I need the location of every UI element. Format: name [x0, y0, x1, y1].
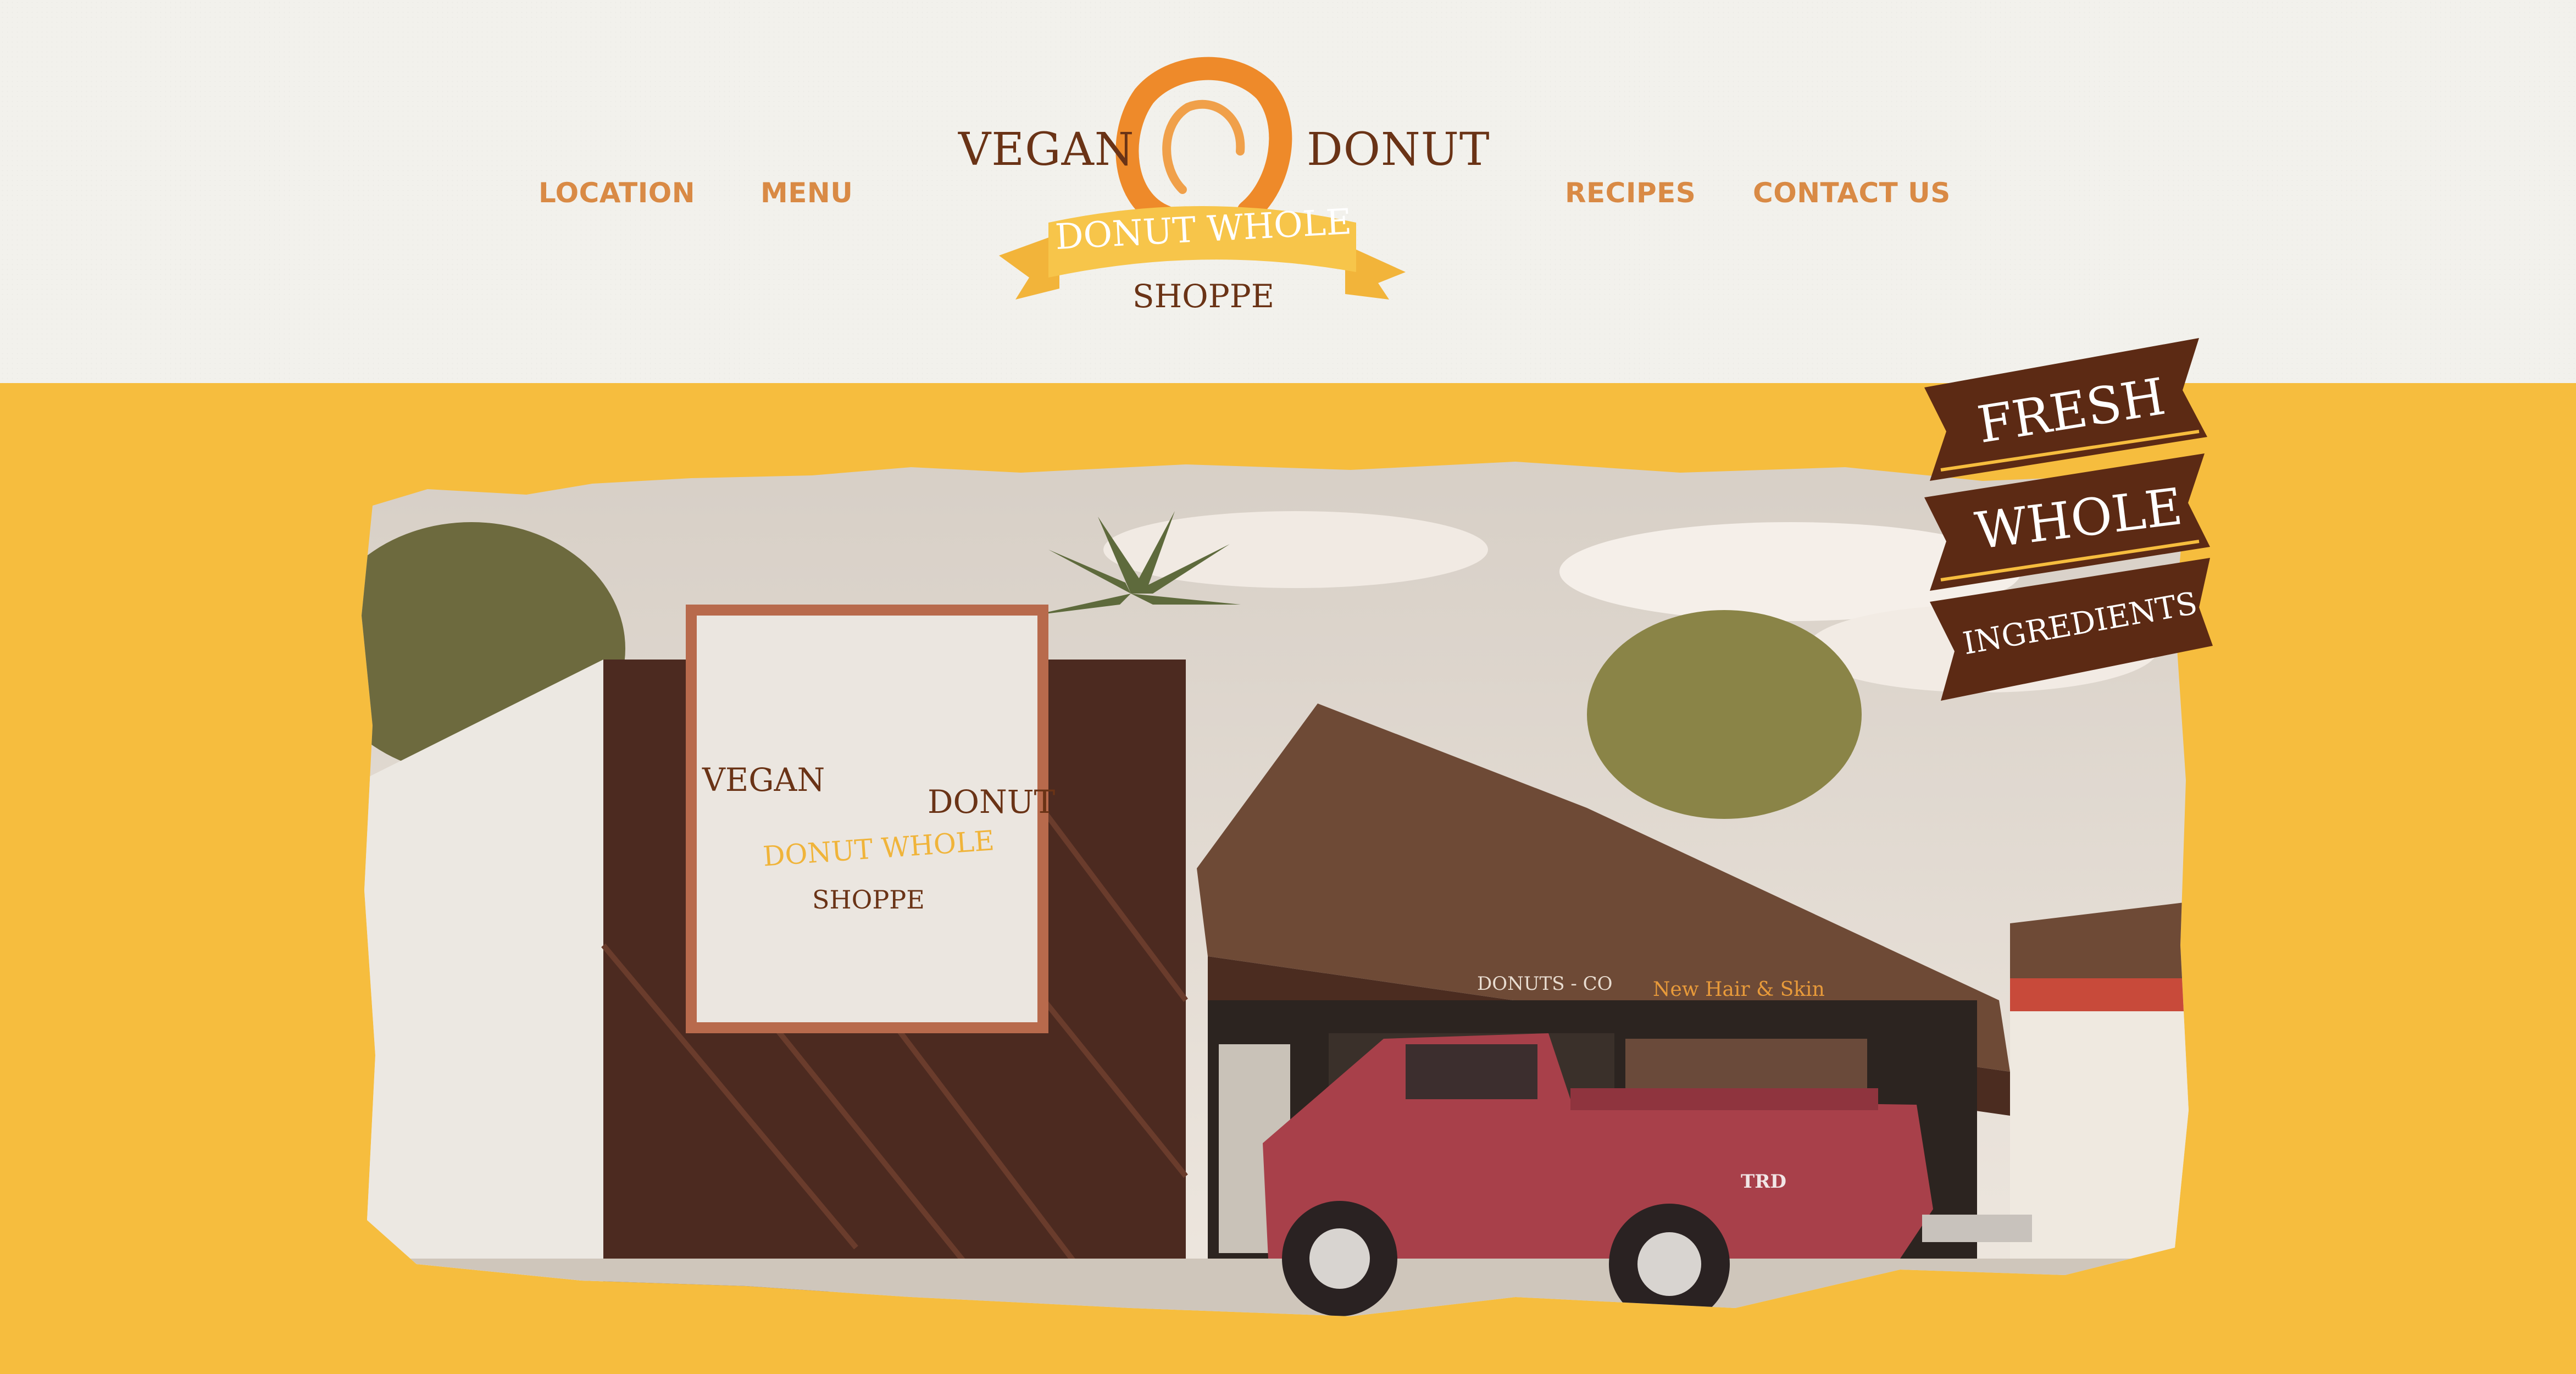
fresh-whole-ingredients-banner: FRESH WHOLE INGREDIENTS	[1924, 338, 2216, 703]
site-header: LOCATION MENU VEGAN DONUT DONUT WHOLE SH…	[0, 0, 2576, 383]
storefront-illustration	[362, 462, 2189, 1316]
nav-recipes-link[interactable]: RECIPES	[1565, 175, 1696, 211]
store-sign-donut: DONUT	[928, 783, 1056, 821]
storefront-photo: VEGAN DONUT DONUT WHOLE SHOPPE DONUTS - …	[362, 451, 2194, 1319]
site-logo[interactable]: VEGAN DONUT DONUT WHOLE SHOPPE	[951, 52, 1490, 330]
nav-location-link[interactable]: LOCATION	[538, 175, 695, 211]
logo-vegan-text: VEGAN	[958, 124, 1135, 176]
nav-contact-us-link[interactable]: CONTACT US	[1753, 175, 1951, 211]
truck-badge: TRD	[1741, 1171, 1787, 1193]
window-text-donuts: DONUTS - CO	[1477, 973, 1613, 995]
nav-menu-link[interactable]: MENU	[760, 175, 853, 211]
logo-donut-text: DONUT	[1307, 124, 1490, 176]
window-text-hair-skin: New Hair & Skin	[1653, 978, 1825, 1001]
logo-shoppe-text: SHOPPE	[1132, 278, 1275, 315]
store-sign-vegan: VEGAN	[702, 761, 825, 799]
store-sign-shoppe: SHOPPE	[812, 885, 925, 915]
